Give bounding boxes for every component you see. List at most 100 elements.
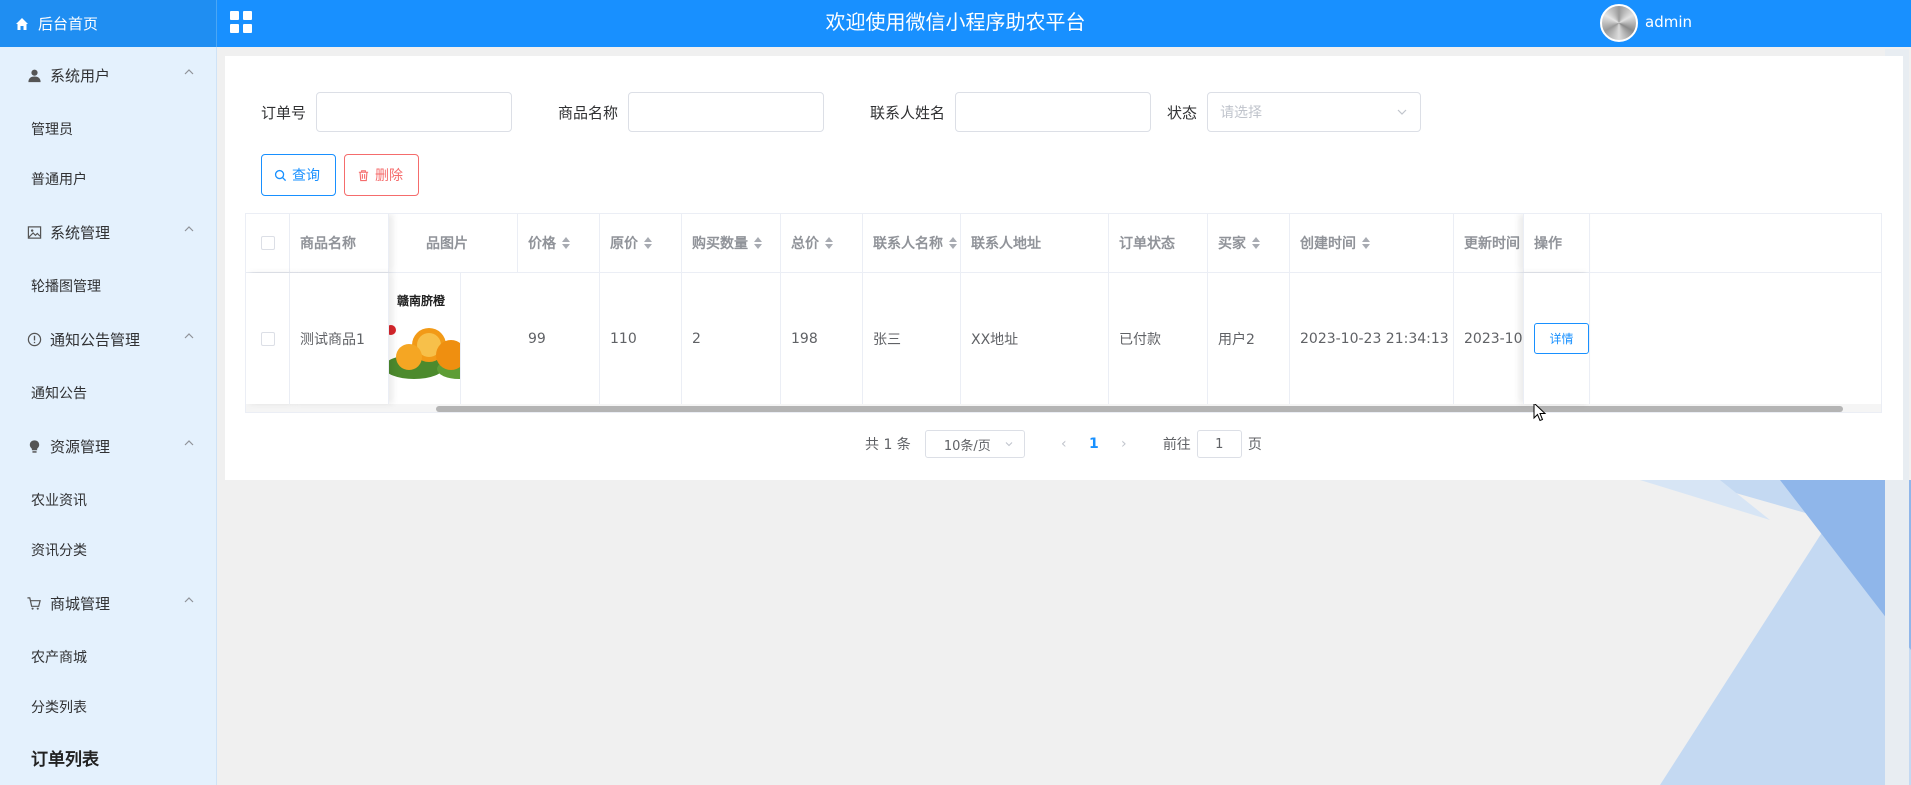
user-icon <box>25 67 43 85</box>
product-name-input[interactable] <box>628 92 825 132</box>
column-header-label: 订单状态 <box>1119 236 1175 252</box>
column-header-quantity[interactable]: 购买数量 <box>682 214 781 272</box>
sidebar-item-notice[interactable]: 通知公告 <box>0 368 216 418</box>
sidebar-item-category-list[interactable]: 分类列表 <box>0 682 216 732</box>
sort-icon[interactable] <box>825 237 833 249</box>
cell-buyer: 用户2 <box>1208 273 1290 404</box>
sidebar-item-label: 普通用户 <box>31 172 87 188</box>
sidebar-group-label: 系统用户 <box>50 67 111 85</box>
page-size-select[interactable]: 10条/页 <box>924 430 1025 458</box>
column-header-image: 品图片 <box>426 214 518 272</box>
select-all-checkbox[interactable] <box>260 236 275 250</box>
query-button[interactable]: 查询 <box>261 154 336 196</box>
table-header: 品图片 价格 原价 购买数量 总价 联系人名称 联系人地址 订单状态 买家 创建… <box>246 214 1881 273</box>
status-select[interactable]: 请选择 <box>1207 92 1422 132</box>
username[interactable]: admin <box>1645 13 1692 31</box>
pagination: 共 1 条 10条/页 ‹ 1 › 前往 1 页 <box>865 430 1262 458</box>
sidebar-item-label: 农产商城 <box>31 650 87 666</box>
sidebar-item-agri-news[interactable]: 农业资讯 <box>0 475 216 525</box>
chevron-down-icon <box>1397 109 1407 115</box>
sidebar-item-label: 分类列表 <box>31 700 87 716</box>
cell-order-status: 已付款 <box>1109 273 1208 404</box>
sidebar-item-label: 通知公告 <box>31 386 87 402</box>
status-placeholder: 请选择 <box>1220 105 1263 121</box>
sort-icon[interactable] <box>1252 237 1260 249</box>
column-header-label: 商品名称 <box>300 236 356 252</box>
column-header-label: 更新时间 <box>1464 236 1520 252</box>
cell-created-at: 2023-10-23 21:34:13 <box>1290 273 1454 404</box>
column-header-price[interactable]: 价格 <box>518 214 600 272</box>
status-label: 状态 <box>1167 103 1198 122</box>
column-header-label: 品图片 <box>426 236 468 252</box>
sidebar-group-system-users[interactable]: 系统用户 <box>0 47 216 104</box>
sidebar-item-users[interactable]: 普通用户 <box>0 154 216 204</box>
column-header-label: 创建时间 <box>1300 236 1356 252</box>
avatar[interactable] <box>1600 4 1638 42</box>
sidebar-item-label: 轮播图管理 <box>31 279 101 295</box>
sidebar-group-label: 系统管理 <box>50 224 111 242</box>
next-page-icon[interactable]: › <box>1109 436 1139 452</box>
home-icon <box>14 15 32 33</box>
sidebar-group-notices[interactable]: 通知公告管理 <box>0 311 216 368</box>
column-header-created-at[interactable]: 创建时间 <box>1290 214 1454 272</box>
sort-icon[interactable] <box>1362 237 1370 249</box>
cell-original-price: 110 <box>600 273 682 404</box>
order-no-label: 订单号 <box>261 103 307 122</box>
sidebar: 系统用户 管理员 普通用户 系统管理 轮播图管理 通知公告管理 通知公告 资源管… <box>0 47 217 785</box>
column-header-label: 原价 <box>610 236 638 252</box>
column-header-label: 联系人地址 <box>971 236 1041 252</box>
row-select-cell <box>246 273 290 404</box>
sidebar-item-news-category[interactable]: 资讯分类 <box>0 525 216 575</box>
column-header-total[interactable]: 总价 <box>781 214 863 272</box>
chevron-up-icon <box>184 597 194 603</box>
background-decoration <box>1640 480 1911 785</box>
scrollbar-thumb[interactable] <box>436 406 1843 412</box>
sidebar-group-system-management[interactable]: 系统管理 <box>0 204 216 261</box>
page-suffix: 页 <box>1247 437 1262 453</box>
column-header-label: 买家 <box>1218 236 1246 252</box>
sort-icon[interactable] <box>949 237 957 249</box>
goto-page-input[interactable]: 1 <box>1196 430 1242 458</box>
column-header-label: 购买数量 <box>692 236 748 252</box>
chevron-up-icon <box>184 440 194 446</box>
column-header-contact-name[interactable]: 联系人名称 <box>863 214 961 272</box>
sort-icon[interactable] <box>562 237 570 249</box>
sidebar-item-label: 农业资讯 <box>31 493 87 509</box>
sort-icon[interactable] <box>644 237 652 249</box>
column-header-label: 操作 <box>1534 236 1562 252</box>
search-icon <box>274 168 288 182</box>
query-label: 查询 <box>292 168 320 184</box>
row-checkbox[interactable] <box>260 331 275 346</box>
sidebar-item-farm-mall[interactable]: 农产商城 <box>0 632 216 682</box>
column-header-original-price[interactable]: 原价 <box>600 214 682 272</box>
sidebar-group-resources[interactable]: 资源管理 <box>0 418 216 475</box>
cell-price: 99 <box>518 273 600 404</box>
table-row: 赣南脐橙 99 110 2 198 张三 XX地址 已付款 用户2 2023-1… <box>246 273 1881 404</box>
detail-button[interactable]: 详情 <box>1534 323 1589 354</box>
sort-icon[interactable] <box>754 237 762 249</box>
column-header-actions: 操作 <box>1523 214 1590 272</box>
order-no-input[interactable] <box>316 92 513 132</box>
sidebar-item-admins[interactable]: 管理员 <box>0 104 216 154</box>
goto-label: 前往 <box>1162 437 1191 453</box>
sidebar-item-order-list[interactable]: 订单列表 <box>0 732 216 782</box>
sidebar-item-label: 资讯分类 <box>31 543 87 559</box>
cell-total: 198 <box>781 273 863 404</box>
search-filters: 订单号 商品名称 联系人姓名 状态 请选择 <box>261 92 1422 132</box>
delete-button[interactable]: 删除 <box>344 154 419 196</box>
contact-name-input[interactable] <box>955 92 1152 132</box>
delete-label: 删除 <box>375 168 403 184</box>
bulb-icon <box>25 438 43 456</box>
action-buttons: 查询 删除 <box>261 154 427 196</box>
sidebar-group-mall[interactable]: 商城管理 <box>0 575 216 632</box>
home-link[interactable]: 后台首页 <box>0 0 217 47</box>
sidebar-group-label: 通知公告管理 <box>50 331 141 349</box>
main-panel: 订单号 商品名称 联系人姓名 状态 请选择 查询 删除 品图片 价格 原价 购买… <box>225 56 1903 480</box>
column-header-buyer[interactable]: 买家 <box>1208 214 1290 272</box>
sidebar-item-label: 订单列表 <box>31 749 99 770</box>
table-horizontal-scrollbar[interactable] <box>246 404 1881 412</box>
prev-page-icon[interactable]: ‹ <box>1049 436 1079 452</box>
menu-toggle-grid-icon[interactable] <box>230 11 252 33</box>
sidebar-item-carousel[interactable]: 轮播图管理 <box>0 261 216 311</box>
page-number-current[interactable]: 1 <box>1079 436 1109 452</box>
